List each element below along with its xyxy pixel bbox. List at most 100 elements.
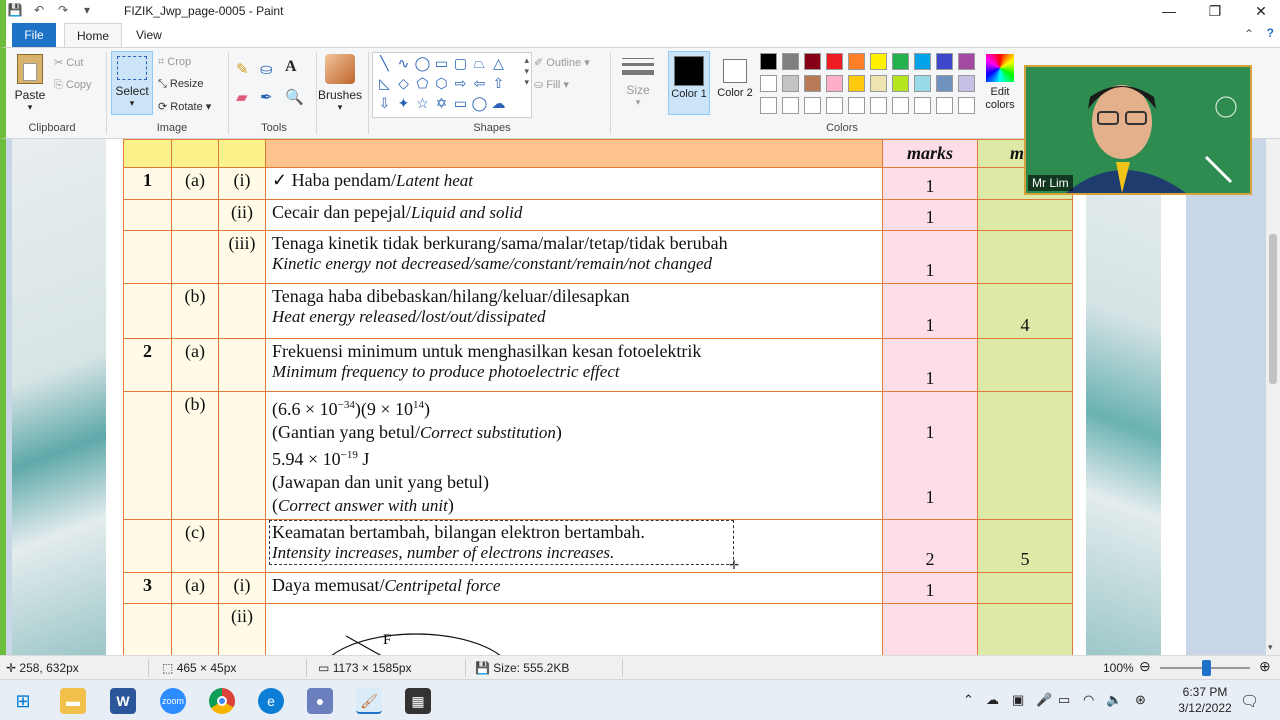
eraser-icon[interactable]: ▰ (236, 88, 248, 106)
meet-now-icon[interactable]: ▣ (1012, 692, 1024, 708)
undo-icon[interactable]: ↶ (30, 3, 48, 17)
video-call-overlay[interactable]: Mr Lim (1024, 65, 1252, 195)
calculator-icon[interactable]: ▦ (405, 688, 431, 714)
notifications-icon[interactable]: 🗨 (1240, 692, 1259, 710)
windows-start-icon[interactable]: ⊞ (10, 688, 36, 714)
minimize-button[interactable]: — (1146, 0, 1192, 23)
oval-shape-icon[interactable]: ◯ (413, 55, 432, 72)
down-arrow-shape-icon[interactable]: ⇩ (375, 95, 394, 112)
copy-button[interactable]: ⎘ Copy (54, 79, 92, 92)
text-tool-icon[interactable]: A (285, 58, 297, 76)
zoom-icon[interactable]: zoom (160, 688, 186, 714)
color-swatch[interactable] (936, 75, 953, 92)
scrollbar-thumb[interactable] (1269, 234, 1277, 384)
size-button[interactable]: Size ▾ (616, 54, 660, 108)
right-arrow-shape-icon[interactable]: ⇨ (451, 75, 470, 92)
callout-cloud-icon[interactable]: ☁ (489, 95, 508, 112)
language-icon[interactable]: ⊛ (1135, 692, 1146, 708)
redo-icon[interactable]: ↷ (54, 3, 72, 17)
paste-button[interactable]: Paste ▾ (10, 54, 50, 113)
tab-home[interactable]: Home (64, 23, 123, 47)
left-arrow-shape-icon[interactable]: ⇦ (470, 75, 489, 92)
help-icon[interactable]: ? (1267, 26, 1274, 40)
rotate-button[interactable]: ⟳ Rotate ▾ (158, 100, 211, 113)
line-shape-icon[interactable]: ╲ (375, 55, 394, 72)
paint-icon[interactable]: 🖌 (356, 688, 382, 714)
color-swatch[interactable] (760, 75, 777, 92)
restore-button[interactable]: ❐ (1192, 0, 1238, 23)
callout-rect-icon[interactable]: ▭ (451, 95, 470, 112)
pentagon-shape-icon[interactable]: ⬠ (413, 75, 432, 92)
color-swatch[interactable] (848, 97, 865, 114)
customize-chevron-icon[interactable]: ▾ (78, 3, 96, 17)
color1-button[interactable]: Color 1 (668, 51, 710, 115)
pencil-icon[interactable]: ✎ (236, 60, 249, 78)
cut-button[interactable]: ✂ Cut (54, 56, 83, 69)
color-swatch[interactable] (936, 53, 953, 70)
rectangle-shape-icon[interactable]: ▭ (432, 55, 451, 72)
recorder-icon[interactable]: ● (307, 688, 333, 714)
select-button[interactable]: Select ▾ (111, 51, 153, 115)
callout-oval-icon[interactable]: ◯ (470, 95, 489, 112)
color-swatch[interactable] (914, 75, 931, 92)
word-icon[interactable]: W (110, 688, 136, 714)
fill-bucket-icon[interactable]: ⛀ (260, 60, 273, 78)
resize-button[interactable]: ⤡ Resize (158, 78, 204, 91)
color2-button[interactable]: Color 2 (714, 51, 756, 115)
show-hidden-icons[interactable]: ⌃ (963, 692, 974, 708)
color-swatch[interactable] (870, 53, 887, 70)
zoom-in-button[interactable]: ⊕ (1259, 658, 1271, 675)
color-swatch[interactable] (848, 53, 865, 70)
color-swatch[interactable] (826, 75, 843, 92)
polygon-shape-icon[interactable]: ⏢ (470, 55, 489, 72)
color-swatch[interactable] (760, 53, 777, 70)
color-swatch[interactable] (804, 97, 821, 114)
file-explorer-icon[interactable]: ▬ (60, 688, 86, 714)
chrome-icon[interactable] (209, 688, 235, 714)
onedrive-icon[interactable]: ☁ (986, 692, 999, 708)
edit-colors-button[interactable]: Edit colors (978, 54, 1022, 112)
five-point-star-icon[interactable]: ☆ (413, 95, 432, 112)
volume-icon[interactable]: 🔈 (1106, 692, 1122, 708)
color-swatch[interactable] (958, 75, 975, 92)
four-point-star-icon[interactable]: ✦ (394, 95, 413, 112)
up-arrow-shape-icon[interactable]: ⇧ (489, 75, 508, 92)
zoom-slider-thumb[interactable] (1202, 660, 1211, 676)
outline-button[interactable]: ✐ Outline ▾ (534, 56, 590, 69)
edge-icon[interactable]: e (258, 688, 284, 714)
vertical-scrollbar[interactable]: ▾ (1266, 139, 1280, 655)
selection-rectangle[interactable] (269, 520, 734, 565)
color-swatch[interactable] (760, 97, 777, 114)
close-button[interactable]: ✕ (1238, 0, 1280, 23)
color-swatch[interactable] (826, 53, 843, 70)
color-swatch[interactable] (804, 75, 821, 92)
color-swatch[interactable] (958, 53, 975, 70)
color-swatch[interactable] (782, 53, 799, 70)
hexagon-shape-icon[interactable]: ⬡ (432, 75, 451, 92)
right-triangle-shape-icon[interactable]: ◺ (375, 75, 394, 92)
battery-icon[interactable]: ▭ (1058, 692, 1070, 708)
color-swatch[interactable] (782, 75, 799, 92)
color-picker-icon[interactable]: ✒ (260, 88, 273, 106)
color-swatch[interactable] (804, 53, 821, 70)
color-swatch[interactable] (892, 97, 909, 114)
color-swatch[interactable] (782, 97, 799, 114)
color-swatch[interactable] (870, 75, 887, 92)
color-swatch[interactable] (892, 53, 909, 70)
shapes-scroll-icon[interactable]: ▴ ▾ ▾ (524, 55, 529, 88)
zoom-out-button[interactable]: ⊖ (1139, 658, 1151, 675)
collapse-ribbon-icon[interactable]: ⌃ (1244, 27, 1254, 41)
shapes-gallery[interactable]: ╲ ∿ ◯ ▭ ▢ ⏢ △ ◺ ◇ ⬠ ⬡ ⇨ ⇦ ⇧ ⇩ ✦ ☆ ✡ ▭ ◯ … (372, 52, 532, 118)
color-swatch[interactable] (936, 97, 953, 114)
color-swatch[interactable] (914, 53, 931, 70)
color-swatch[interactable] (848, 75, 865, 92)
curve-shape-icon[interactable]: ∿ (394, 55, 413, 72)
tab-file[interactable]: File (12, 23, 56, 47)
microphone-icon[interactable]: 🎤 (1036, 692, 1052, 708)
save-icon[interactable]: 💾 (6, 3, 24, 17)
color-swatch[interactable] (958, 97, 975, 114)
canvas-area[interactable]: marks mar 1 (a) (i) ✓ Haba pendam/Latent… (0, 139, 1280, 655)
color-swatch[interactable] (914, 97, 931, 114)
diamond-shape-icon[interactable]: ◇ (394, 75, 413, 92)
six-point-star-icon[interactable]: ✡ (432, 95, 451, 112)
